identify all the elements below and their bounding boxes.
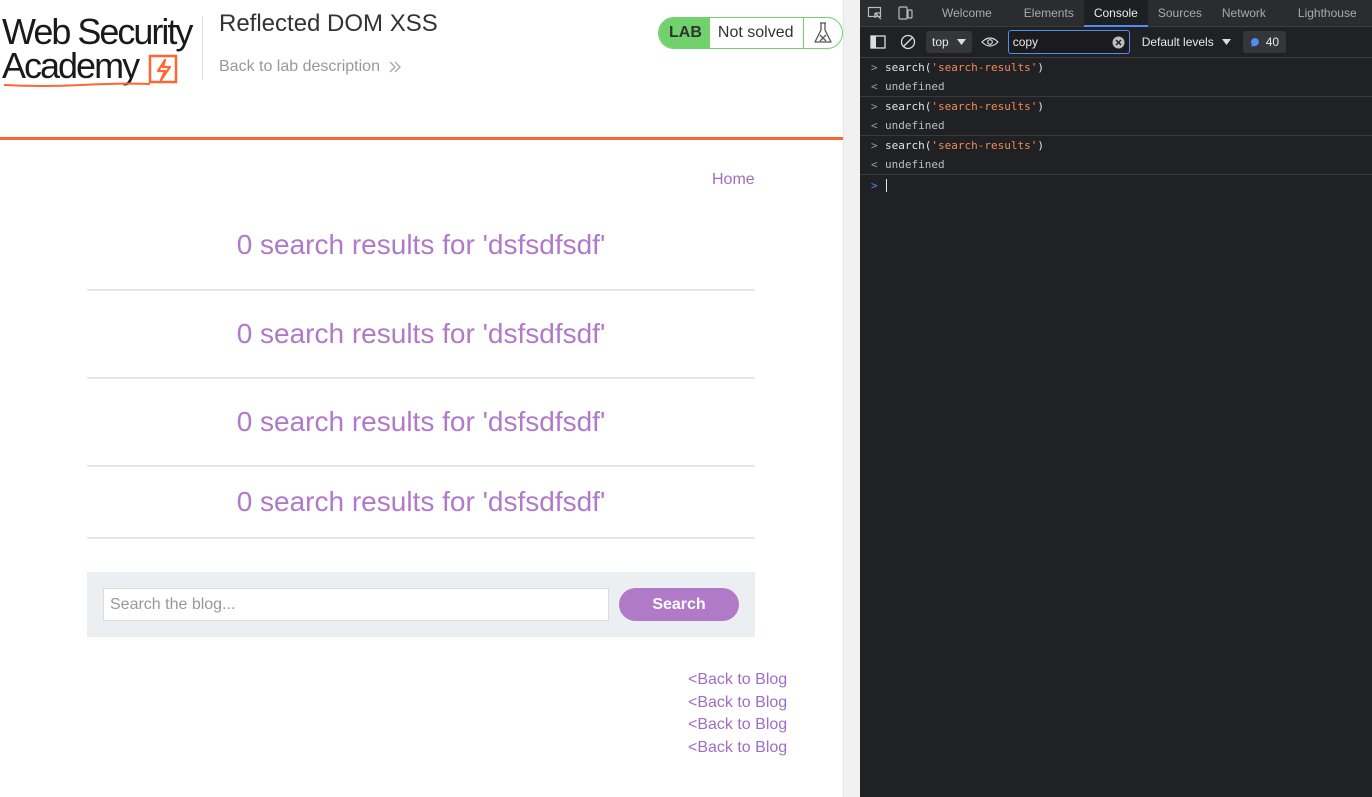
message-bubble-icon xyxy=(1250,37,1259,47)
console-output: > search('search-results') < undefined >… xyxy=(860,58,1372,195)
lab-badge: LAB xyxy=(659,18,710,48)
context-selector-label: top xyxy=(932,35,949,49)
console-command-arg: 'search-results' xyxy=(931,139,1038,153)
search-result-heading: 0 search results for 'dsfsdfsdf' xyxy=(87,291,755,379)
blog-search-form: Search xyxy=(87,572,755,637)
sidebar-toggle-icon[interactable] xyxy=(866,30,890,54)
search-result-text: 0 search results for 'dsfsdfsdf' xyxy=(236,486,606,517)
lab-status-widget: LAB Not solved xyxy=(658,17,843,49)
issues-counter[interactable]: 40 xyxy=(1242,31,1287,53)
devtools-tab-network[interactable]: Network xyxy=(1212,0,1276,26)
chevron-left-icon: < xyxy=(871,80,878,94)
inspect-element-icon[interactable] xyxy=(860,0,890,26)
search-results-list: 0 search results for 'dsfsdfsdf' 0 searc… xyxy=(87,200,755,539)
log-levels-dropdown[interactable]: Default levels xyxy=(1136,35,1237,49)
devtools-tab-lighthouse[interactable]: Lighthouse xyxy=(1276,0,1367,26)
console-command-fn: search( xyxy=(885,100,932,114)
lab-status-text: Not solved xyxy=(710,18,805,48)
dropdown-arrow-icon xyxy=(956,39,966,45)
console-command-arg: 'search-results' xyxy=(931,100,1038,114)
console-command-close: ) xyxy=(1037,100,1044,114)
back-to-lab-description-link[interactable]: Back to lab description xyxy=(219,58,402,76)
search-result-heading: 0 search results for 'dsfsdfsdf' xyxy=(87,200,755,291)
logo-text-line2: Academy xyxy=(2,45,140,86)
back-to-blog-links: <Back to Blog <Back to Blog <Back to Blo… xyxy=(688,669,787,759)
live-expression-eye-icon[interactable] xyxy=(978,30,1002,54)
chevron-right-icon: > xyxy=(871,61,878,75)
console-result: undefined xyxy=(885,158,945,172)
search-button[interactable]: Search xyxy=(619,588,739,621)
console-input-line: > search('search-results') xyxy=(860,136,1372,156)
header-divider xyxy=(202,16,203,80)
console-input-line: > search('search-results') xyxy=(860,58,1372,78)
clear-filter-icon[interactable] xyxy=(1112,36,1125,49)
lightning-bolt-icon xyxy=(148,54,178,84)
search-result-heading: 0 search results for 'dsfsdfsdf' xyxy=(87,379,755,467)
console-command-fn: search( xyxy=(885,61,932,75)
console-filter-input[interactable] xyxy=(1012,35,1108,49)
back-to-blog-link[interactable]: <Back to Blog xyxy=(688,737,787,760)
console-input-line: > search('search-results') xyxy=(860,97,1372,117)
chevron-left-icon: < xyxy=(871,119,878,133)
issues-count: 40 xyxy=(1265,35,1280,49)
console-command-fn: search( xyxy=(885,139,932,153)
lab-title: Reflected DOM XSS xyxy=(219,10,438,37)
console-prompt[interactable]: > xyxy=(860,175,1372,195)
device-toolbar-icon[interactable] xyxy=(890,0,920,26)
search-result-text: 0 search results for 'dsfsdfsdf' xyxy=(236,318,606,349)
console-command-arg: 'search-results' xyxy=(931,61,1038,75)
search-result-heading: 0 search results for 'dsfsdfsdf' xyxy=(87,467,755,539)
console-result-line: < undefined xyxy=(860,117,1372,136)
web-security-academy-logo[interactable]: Web Security Academy xyxy=(2,14,202,90)
chevron-right-icon: > xyxy=(871,100,878,114)
console-command-close: ) xyxy=(1037,139,1044,153)
text-caret xyxy=(886,178,887,192)
chevron-right-icon: > xyxy=(871,139,878,153)
lab-webpage: Web Security Academy Reflected DOM XSS B… xyxy=(0,0,843,797)
flask-icon xyxy=(804,21,842,45)
back-to-lab-description-label: Back to lab description xyxy=(219,58,380,75)
chevron-left-icon: < xyxy=(871,158,878,172)
dropdown-arrow-icon xyxy=(1221,39,1231,45)
devtools-tab-elements[interactable]: Elements xyxy=(1002,0,1084,26)
console-result: undefined xyxy=(885,80,945,94)
back-to-blog-link[interactable]: <Back to Blog xyxy=(688,714,787,737)
home-link[interactable]: Home xyxy=(712,171,755,189)
header-orange-rule xyxy=(0,137,843,140)
back-to-blog-link[interactable]: <Back to Blog xyxy=(688,692,787,715)
clear-console-icon[interactable] xyxy=(896,30,920,54)
console-command-close: ) xyxy=(1037,61,1044,75)
console-result: undefined xyxy=(885,119,945,133)
console-toolbar: top Default levels 40 xyxy=(860,27,1372,58)
blog-search-input[interactable] xyxy=(103,588,609,621)
devtools-tab-bar: Welcome Elements Console Sources Network… xyxy=(860,0,1372,27)
search-result-text: 0 search results for 'dsfsdfsdf' xyxy=(236,228,606,260)
devtools-tab-welcome[interactable]: Welcome xyxy=(920,0,1002,26)
page-scrollbar[interactable] xyxy=(843,0,860,797)
double-chevron-right-icon xyxy=(389,61,401,73)
devtools-tab-sources[interactable]: Sources xyxy=(1148,0,1212,26)
back-to-blog-link[interactable]: <Back to Blog xyxy=(688,669,787,692)
console-filter xyxy=(1007,30,1130,54)
console-result-line: < undefined xyxy=(860,78,1372,97)
console-result-line: < undefined xyxy=(860,156,1372,175)
context-selector[interactable]: top xyxy=(926,31,972,53)
prompt-chevron-icon: > xyxy=(871,178,878,192)
devtools-tab-console[interactable]: Console xyxy=(1083,0,1148,27)
logo-underline-icon xyxy=(3,82,151,87)
devtools-panel: Welcome Elements Console Sources Network… xyxy=(860,0,1372,797)
log-levels-label: Default levels xyxy=(1141,35,1214,49)
search-result-text: 0 search results for 'dsfsdfsdf' xyxy=(236,406,606,437)
